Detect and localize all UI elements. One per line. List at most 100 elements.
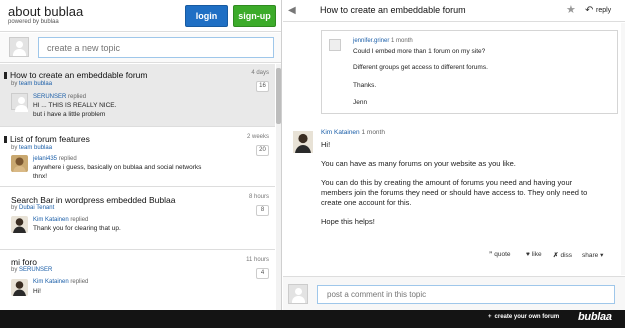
topic-author[interactable]: Dubai Tenant — [19, 205, 54, 211]
post-author-avatar — [293, 131, 313, 153]
topic-author[interactable]: SERUNSER — [19, 267, 52, 273]
login-button[interactable]: login — [185, 5, 228, 27]
quoted-text-line: Different groups get access to different… — [353, 64, 488, 71]
forum-header: about bublaa powered by bublaa login sig… — [0, 0, 281, 32]
quoted-text-line: Could I embed more than 1 forum on my si… — [353, 48, 486, 55]
replier-name[interactable]: Kim Katainen — [33, 217, 69, 223]
topic-list-scrollbar[interactable] — [276, 64, 281, 310]
replier-name[interactable]: jelani435 — [33, 156, 57, 162]
reply-preview-line: Thank you for clearing that up. — [33, 225, 121, 232]
quoted-author-avatar-icon — [329, 39, 341, 51]
thread-title: How to create an embeddable forum — [320, 5, 466, 15]
by-label: by — [11, 145, 18, 151]
share-label: share — [582, 252, 599, 259]
replier-name[interactable]: SERUNSER — [33, 94, 66, 100]
footer-bar: create your own forum bublaa — [0, 310, 625, 328]
new-topic-input[interactable] — [38, 37, 274, 58]
reply-meta: jelani435 replied — [33, 156, 77, 162]
app-window: about bublaa powered by bublaa login sig… — [0, 0, 625, 328]
star-icon[interactable]: ★ — [566, 4, 576, 16]
topic-item[interactable]: How to create an embeddable forum by tea… — [0, 64, 275, 127]
chevron-down-icon: ▾ — [600, 252, 604, 259]
topic-title[interactable]: How to create an embeddable forum — [4, 70, 148, 80]
replied-label: replied — [70, 217, 89, 223]
thread-scrollbar[interactable] — [621, 23, 625, 275]
post-time: 1 month — [361, 129, 385, 136]
topic-list-panel: about bublaa powered by bublaa login sig… — [0, 0, 282, 310]
by-label: by — [11, 267, 18, 273]
reply-count-badge: 8 — [256, 205, 269, 216]
topic-title[interactable]: mi foro — [11, 257, 37, 267]
topic-item[interactable]: Search Bar in wordpress embedded Bublaa … — [0, 188, 275, 250]
post-text-line: Hope this helps! — [321, 217, 375, 226]
by-label: by — [11, 205, 18, 211]
quoted-post: jennifer.griner 1 month Could I embed mo… — [321, 30, 618, 114]
reply-preview-line: Hi! — [33, 288, 41, 295]
reply-preview-line: anywhere i guess, basically on bublaa an… — [33, 164, 202, 171]
reply-preview-line: thnx! — [33, 173, 48, 180]
post-author[interactable]: Kim Katainen — [321, 129, 360, 136]
topic-author-line: by Dubai Tenant — [11, 205, 54, 211]
like-icon: ♥ — [526, 251, 530, 258]
like-action[interactable]: ♥ like — [526, 251, 542, 258]
comment-input[interactable] — [317, 285, 615, 304]
post-text-line: members join the forums they need or sho… — [321, 188, 588, 197]
reply-button[interactable]: reply — [583, 3, 621, 19]
avatar-photo-icon — [293, 131, 313, 153]
replier-avatar — [11, 216, 28, 233]
post-text-line: You can do this by creating the amount o… — [321, 178, 573, 187]
user-avatar-placeholder-icon — [9, 37, 29, 57]
scrollbar-thumb[interactable] — [276, 68, 281, 124]
post-meta: Kim Katainen 1 month — [321, 129, 385, 136]
topic-list: How to create an embeddable forum by tea… — [0, 64, 281, 310]
topic-age: 4 days — [251, 70, 269, 76]
diss-action[interactable]: ✗ diss — [553, 251, 572, 259]
topic-author-line: by SERUNSER — [11, 267, 52, 273]
topic-author-line: by team bublaa — [11, 145, 52, 151]
diss-icon: ✗ — [553, 252, 559, 259]
reply-count-badge: 16 — [256, 81, 269, 92]
topic-title[interactable]: List of forum features — [4, 134, 90, 144]
topic-author[interactable]: team bublaa — [19, 81, 52, 87]
topic-age: 8 hours — [248, 194, 269, 200]
avatar-photo-icon — [11, 216, 28, 233]
thread-header: ◀ How to create an embeddable forum ★ re… — [283, 0, 625, 22]
new-topic-bar — [0, 33, 281, 63]
thread-panel: ◀ How to create an embeddable forum ★ re… — [283, 0, 625, 310]
by-label: by — [11, 81, 18, 87]
bublaa-logo[interactable]: bublaa — [578, 311, 612, 323]
quote-action[interactable]: ” quote — [489, 251, 511, 258]
signup-button[interactable]: sign-up — [233, 5, 276, 27]
replied-label: replied — [68, 94, 87, 100]
quoted-text-line: Jenn — [353, 99, 368, 106]
reply-count-badge: 20 — [256, 145, 269, 156]
post-text-line: create one account for this. — [321, 198, 412, 207]
forum-title: about bublaa — [8, 4, 84, 19]
user-avatar-placeholder-icon — [288, 284, 308, 304]
quoted-text-line: Thanks. — [353, 82, 377, 89]
topic-item[interactable]: mi foro by SERUNSER 11 hours 4 Kim Katai… — [0, 251, 275, 310]
post-text-line: Hi! — [321, 140, 331, 149]
topic-title[interactable]: Search Bar in wordpress embedded Bublaa — [11, 195, 175, 205]
topic-age: 11 hours — [246, 257, 269, 263]
reply-label: reply — [596, 7, 612, 14]
thread-body: jennifer.griner 1 month Could I embed mo… — [283, 23, 625, 275]
quote-label: quote — [494, 251, 511, 258]
diss-label: diss — [560, 252, 573, 259]
replier-name[interactable]: Kim Katainen — [33, 279, 69, 285]
quoted-time: 1 month — [391, 38, 413, 44]
topic-author-line: by team bublaa — [11, 81, 52, 87]
topic-author[interactable]: team bublaa — [19, 145, 52, 151]
topic-item[interactable]: List of forum features by team bublaa 2 … — [0, 128, 275, 187]
replied-label: replied — [70, 279, 89, 285]
create-forum-link[interactable]: create your own forum — [488, 314, 560, 320]
post-text-line: You can have as many forums on your webs… — [321, 159, 516, 168]
reply-meta: SERUNSER replied — [33, 94, 86, 100]
share-action[interactable]: share ▾ — [582, 251, 603, 259]
replied-label: replied — [58, 156, 77, 162]
quoted-author[interactable]: jennifer.griner — [353, 38, 389, 44]
powered-by-label: powered by bublaa — [8, 19, 59, 25]
reply-meta: Kim Katainen replied — [33, 217, 88, 223]
back-arrow-icon[interactable]: ◀ — [288, 5, 299, 16]
quote-icon: ” — [489, 251, 493, 258]
